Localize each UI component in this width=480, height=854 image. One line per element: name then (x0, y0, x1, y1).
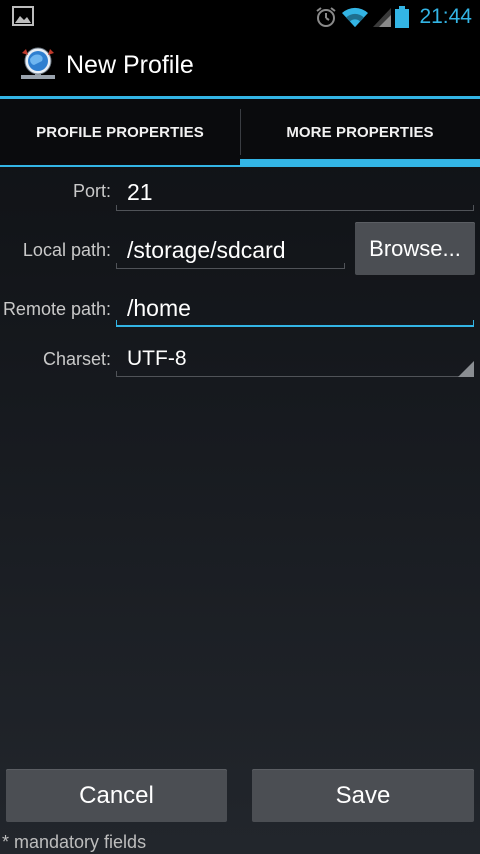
cancel-button[interactable]: Cancel (6, 769, 227, 822)
wifi-icon (342, 7, 369, 27)
remote-path-field[interactable] (116, 292, 474, 324)
remote-path-underline (116, 320, 474, 327)
gallery-icon (12, 6, 34, 26)
port-underline (116, 205, 474, 211)
dropdown-corner-icon[interactable] (458, 361, 474, 377)
save-button[interactable]: Save (252, 769, 474, 822)
action-bar: New Profile (0, 33, 480, 99)
status-icons: 21:44 (315, 0, 472, 33)
local-path-underline (116, 263, 345, 269)
tab-bar: PROFILE PROPERTIES MORE PROPERTIES (0, 99, 480, 167)
tab-profile-properties[interactable]: PROFILE PROPERTIES (0, 99, 240, 165)
alarm-icon (316, 6, 337, 27)
port-label: Port: (72, 181, 111, 201)
page-title: New Profile (66, 51, 194, 79)
charset-label: Charset: (42, 349, 111, 369)
screen: 21:44 New Profile PROFILE PROPERTIES MOR… (0, 0, 480, 854)
browse-button[interactable]: Browse... (355, 222, 475, 275)
local-path-field[interactable] (116, 234, 345, 266)
status-bar: 21:44 (0, 0, 480, 33)
mandatory-fields-note: * mandatory fields (2, 832, 147, 852)
remote-path-label: Remote path: (2, 299, 111, 319)
port-field[interactable] (116, 176, 474, 208)
globe-network-icon[interactable] (18, 47, 58, 85)
clock: 21:44 (419, 4, 472, 28)
tab-more-properties[interactable]: MORE PROPERTIES (240, 99, 480, 167)
charset-spinner[interactable]: UTF-8 (116, 343, 474, 375)
battery-icon (395, 5, 410, 28)
charset-underline (116, 371, 474, 377)
local-path-label: Local path: (22, 240, 111, 260)
signal-icon (373, 7, 392, 27)
